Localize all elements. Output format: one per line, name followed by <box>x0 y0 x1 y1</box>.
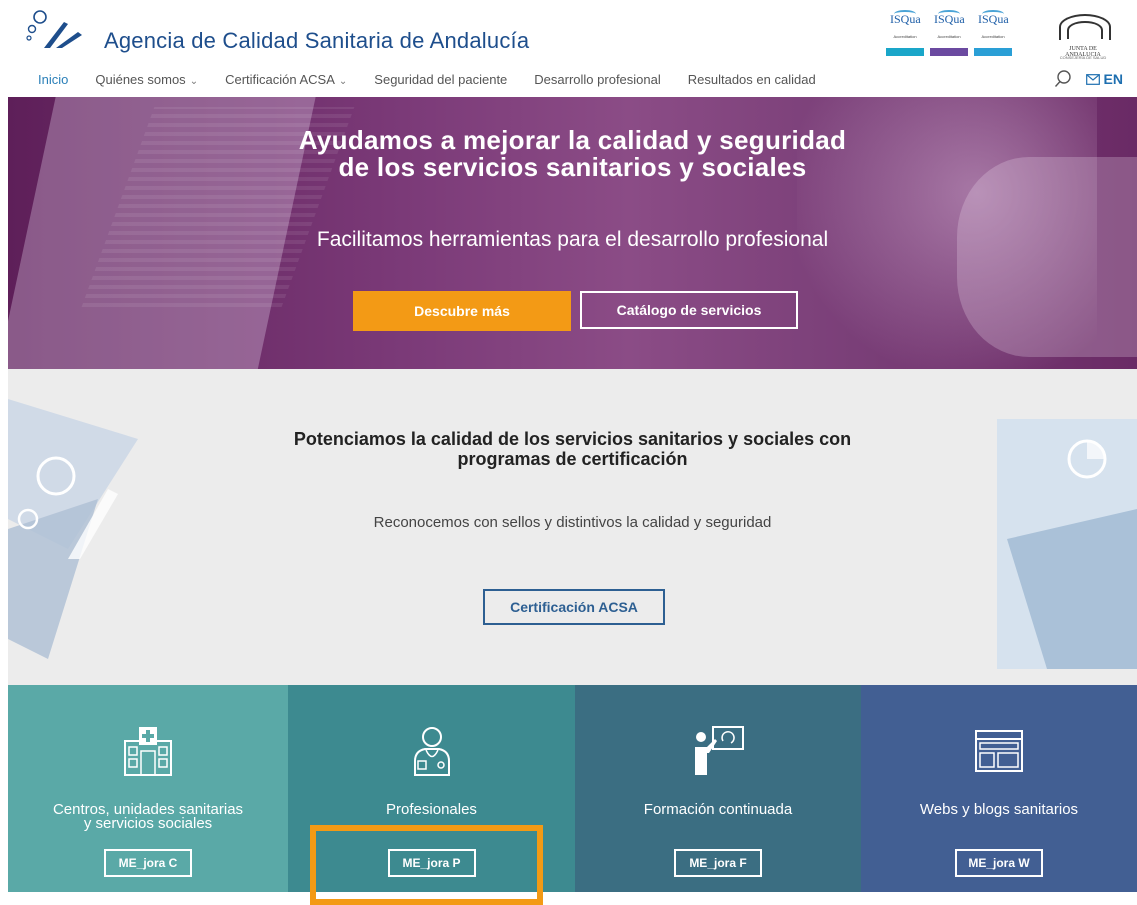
highlight-box <box>310 825 543 905</box>
hero-subtitle: Facilitamos herramientas para el desarro… <box>316 228 829 251</box>
tile-label: Profesionales <box>386 801 477 818</box>
isqua-badge: ISQua Accreditation <box>930 10 968 60</box>
arch-inner-icon <box>1067 21 1103 39</box>
main-nav: Inicio Quiénes somos ⌄ Certificación ACSA… <box>38 72 843 87</box>
browser-window-icon <box>975 730 1023 772</box>
search-icon[interactable] <box>1054 70 1072 88</box>
doctor-icon <box>413 727 450 776</box>
nav-item-certificacion[interactable]: Certificación ACSA ⌄ <box>225 72 347 87</box>
junta-andalucia-logo[interactable]: JUNTA DE ANDALUCIA CONSEJERÍA DE SALUD <box>1053 10 1113 62</box>
site-title[interactable]: Agencia de Calidad Sanitaria de Andalucí… <box>104 28 529 54</box>
accreditation-badges: ISQua Accreditation ISQua Accreditation … <box>886 10 1012 60</box>
nav-item-desarrollo[interactable]: Desarrollo profesional <box>534 72 660 87</box>
acsa-logo-icon[interactable] <box>26 10 92 50</box>
nav-item-quienes-somos[interactable]: Quiénes somos ⌄ <box>95 72 198 87</box>
nav-item-seguridad[interactable]: Seguridad del paciente <box>374 72 507 87</box>
teacher-board-icon <box>695 726 744 775</box>
service-tiles: Centros, unidades sanitarias y servicios… <box>8 685 1137 892</box>
nav-item-inicio[interactable]: Inicio <box>38 72 68 87</box>
tile-webs[interactable]: Webs y blogs sanitarios ME_jora W <box>861 685 1137 892</box>
mejora-c-button[interactable]: ME_jora C <box>104 849 192 877</box>
tile-label: Centros, unidades sanitarias y servicios… <box>52 801 244 832</box>
junta-sub: CONSEJERÍA DE SALUD <box>1059 55 1107 60</box>
mejora-w-button[interactable]: ME_jora W <box>955 849 1043 877</box>
tile-label: Formación continuada <box>643 801 793 818</box>
lang-label[interactable]: EN <box>1104 71 1123 87</box>
chevron-down-icon: ⌄ <box>189 76 199 87</box>
hero-title: Ayudamos a mejorar la calidad y segurida… <box>298 125 847 182</box>
mail-icon[interactable] <box>1085 73 1100 85</box>
descubre-mas-button[interactable]: Descubre más <box>353 291 571 331</box>
certificacion-acsa-button[interactable]: Certificación ACSA <box>483 589 665 625</box>
language-switch[interactable]: EN <box>1085 71 1123 87</box>
chevron-down-icon: ⌄ <box>338 76 348 87</box>
certification-subtitle: Reconocemos con sellos y distintivos la … <box>373 514 772 531</box>
tile-formacion[interactable]: Formación continuada ME_jora F <box>575 685 861 892</box>
tile-label: Webs y blogs sanitarios <box>919 801 1079 818</box>
catalogo-servicios-button[interactable]: Catálogo de servicios <box>580 291 798 329</box>
site-header: Agencia de Calidad Sanitaria de Andalucí… <box>0 0 1137 97</box>
mejora-f-button[interactable]: ME_jora F <box>674 849 762 877</box>
tile-centros[interactable]: Centros, unidades sanitarias y servicios… <box>8 685 288 892</box>
certification-section: Potenciamos la calidad de los servicios … <box>8 369 1137 685</box>
isqua-badge: ISQua Accreditation <box>974 10 1012 60</box>
nav-tools: EN <box>1054 70 1123 88</box>
isqua-badge: ISQua Accreditation <box>886 10 924 60</box>
nav-item-resultados[interactable]: Resultados en calidad <box>688 72 816 87</box>
hero-banner: Ayudamos a mejorar la calidad y segurida… <box>8 97 1137 369</box>
certification-title: Potenciamos la calidad de los servicios … <box>293 429 852 469</box>
hospital-icon <box>124 727 172 776</box>
hero-background-figure-2 <box>957 157 1137 357</box>
